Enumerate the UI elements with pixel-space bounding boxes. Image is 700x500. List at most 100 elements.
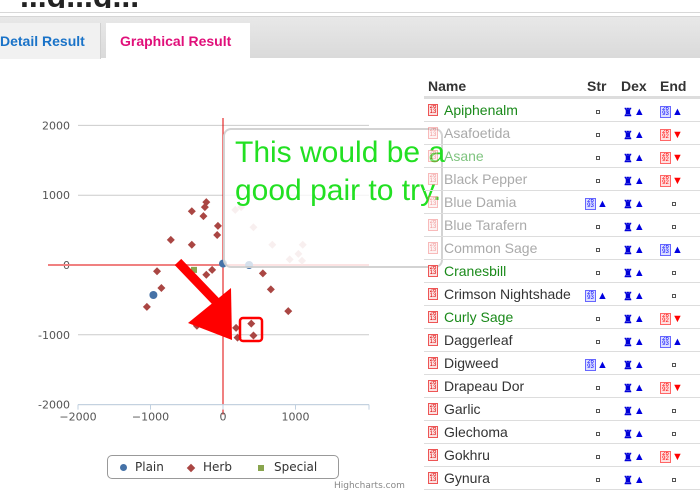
data-point-herb [208,265,217,274]
blue-glyph-box-icon: 26 93 [660,244,671,257]
triangle-up-icon: ▲ [633,336,645,349]
ingredient-icon: 26 13 [428,196,438,208]
table-row[interactable]: 26 13 Drapeau Dor ♜▲ 26 92 ▼ [424,375,700,398]
legend-label: Herb [203,460,232,474]
neutral-dot-icon [596,432,600,437]
table-row[interactable]: 26 13 Common Sage ♜▲ 26 93 ▲ [424,237,700,260]
str-cell: 26 93 ▲ [585,287,608,303]
rook-icon: ♜ [623,290,633,303]
table-row[interactable]: 26 13 Apiphenalm ♜▲ 26 93 ▲ [424,99,700,122]
dex-cell: ♜▲ [623,103,645,119]
neutral-dot-icon [596,156,600,161]
triangle-up-icon: ▲ [672,244,683,257]
dex-cell: ♜▲ [623,448,645,464]
table-row[interactable]: 26 13 Gokhru ♜▲ 26 92 ▼ [424,444,700,467]
chart-credit[interactable]: Highcharts.com [334,481,405,491]
ingredient-name[interactable]: Crimson Nightshade [444,286,571,302]
neutral-dot-icon [596,110,600,115]
dex-cell: ♜▲ [623,379,645,395]
table-row[interactable]: 26 13 Glechoma ♜▲ [424,421,700,444]
neutral-dot-icon [596,225,600,230]
ingredient-name[interactable]: Blue Tarafern [444,217,527,233]
table-row[interactable]: 26 13 Garlic ♜▲ [424,398,700,421]
legend-item-plain[interactable]: Plain [120,460,164,474]
table-row[interactable]: 26 13 Asafoetida ♜▲ 26 92 ▼ [424,122,700,145]
column-header-str[interactable]: Str [587,78,606,94]
column-header-name[interactable]: Name [428,78,466,94]
triangle-up-icon: ▲ [633,290,645,303]
data-point-herb [142,302,151,311]
ingredient-name[interactable]: Drapeau Dor [444,378,524,394]
triangle-up-icon: ▲ [633,267,645,280]
tab-graphical-result[interactable]: Graphical Result [106,23,250,59]
dex-cell: ♜▲ [623,149,645,165]
ingredient-name[interactable]: Gokhru [444,447,490,463]
red-glyph-box-icon: 26 92 [660,451,671,464]
x-tick-label: −2000 [59,411,96,424]
triangle-down-icon: ▼ [672,382,683,395]
ingredient-icon: 26 13 [428,472,438,484]
neutral-dot-icon [596,340,600,345]
ingredient-name[interactable]: Common Sage [444,240,537,256]
dex-cell: ♜▲ [623,310,645,326]
dex-cell: ♜▲ [623,241,645,257]
triangle-up-icon: ▲ [633,474,645,487]
column-header-end[interactable]: End [660,78,686,94]
dex-cell: ♜▲ [623,425,645,441]
triangle-up-icon: ▲ [633,451,645,464]
table-row[interactable]: 26 13 Daggerleaf ♜▲ 26 93 ▲ [424,329,700,352]
ingredient-name[interactable]: Digweed [444,355,498,371]
str-cell: 26 93 ▲ [585,356,608,372]
end-cell: 26 93 ▲ [660,333,683,349]
triangle-up-icon: ▲ [672,336,683,349]
red-glyph-box-icon: 26 92 [660,382,671,395]
neutral-dot-icon [672,225,676,230]
column-header-dex[interactable]: Dex [621,78,647,94]
ingredient-name[interactable]: Black Pepper [444,171,527,187]
legend-item-special[interactable]: Special [258,460,317,474]
data-point-herb [213,230,222,239]
x-tick-label: 1000 [282,411,310,424]
red-glyph-box-icon: 26 92 [660,152,671,165]
triangle-up-icon: ▲ [633,152,645,165]
table-row[interactable]: 26 13 Cranesbill ♜▲ [424,260,700,283]
end-cell: 26 92 ▼ [660,149,683,165]
ingredient-name[interactable]: Curly Sage [444,309,513,325]
rook-icon: ♜ [623,175,633,188]
table-row[interactable]: 26 13 Blue Damia 26 93 ▲ ♜▲ [424,191,700,214]
tab-detail-result[interactable]: Detail Result [0,23,101,59]
str-cell [596,172,600,186]
table-row[interactable]: 26 13 Black Pepper ♜▲ 26 92 ▼ [424,168,700,191]
table-row[interactable]: 26 13 Curly Sage ♜▲ 26 92 ▼ [424,306,700,329]
ingredient-name[interactable]: Gynura [444,470,490,486]
ingredient-name[interactable]: Glechoma [444,424,508,440]
x-tick-label: −1000 [132,411,169,424]
table-row[interactable]: 26 13 Crimson Nightshade 26 93 ▲ ♜▲ [424,283,700,306]
table-row[interactable]: 26 13 Blue Tarafern ♜▲ [424,214,700,237]
ingredient-icon: 26 13 [428,357,438,369]
end-cell [672,471,676,485]
table-row[interactable]: 26 13 Gynura ♜▲ [424,467,700,490]
triangle-up-icon: ▲ [633,198,645,211]
neutral-dot-icon [672,271,676,276]
ingredient-name[interactable]: Blue Damia [444,194,516,210]
ingredient-name[interactable]: Daggerleaf [444,332,513,348]
triangle-up-icon: ▲ [597,290,608,303]
rook-icon: ♜ [623,313,633,326]
rook-icon: ♜ [623,221,633,234]
ingredient-name[interactable]: Asane [444,148,484,164]
rook-icon: ♜ [623,359,633,372]
blue-glyph-box-icon: 26 93 [585,198,596,211]
ingredient-name[interactable]: Asafoetida [444,125,510,141]
table-row[interactable]: 26 13 Digweed 26 93 ▲ ♜▲ [424,352,700,375]
ingredient-name[interactable]: Apiphenalm [444,102,518,118]
data-point-herb [202,270,211,279]
legend-item-herb[interactable]: Herb [186,460,232,474]
str-cell [596,126,600,140]
ingredient-name[interactable]: Cranesbill [444,263,506,279]
data-point-herb [187,240,196,249]
neutral-dot-icon [596,248,600,253]
ingredient-name[interactable]: Garlic [444,401,481,417]
str-cell [596,471,600,485]
table-row[interactable]: 26 13 Asane ♜▲ 26 92 ▼ [424,145,700,168]
